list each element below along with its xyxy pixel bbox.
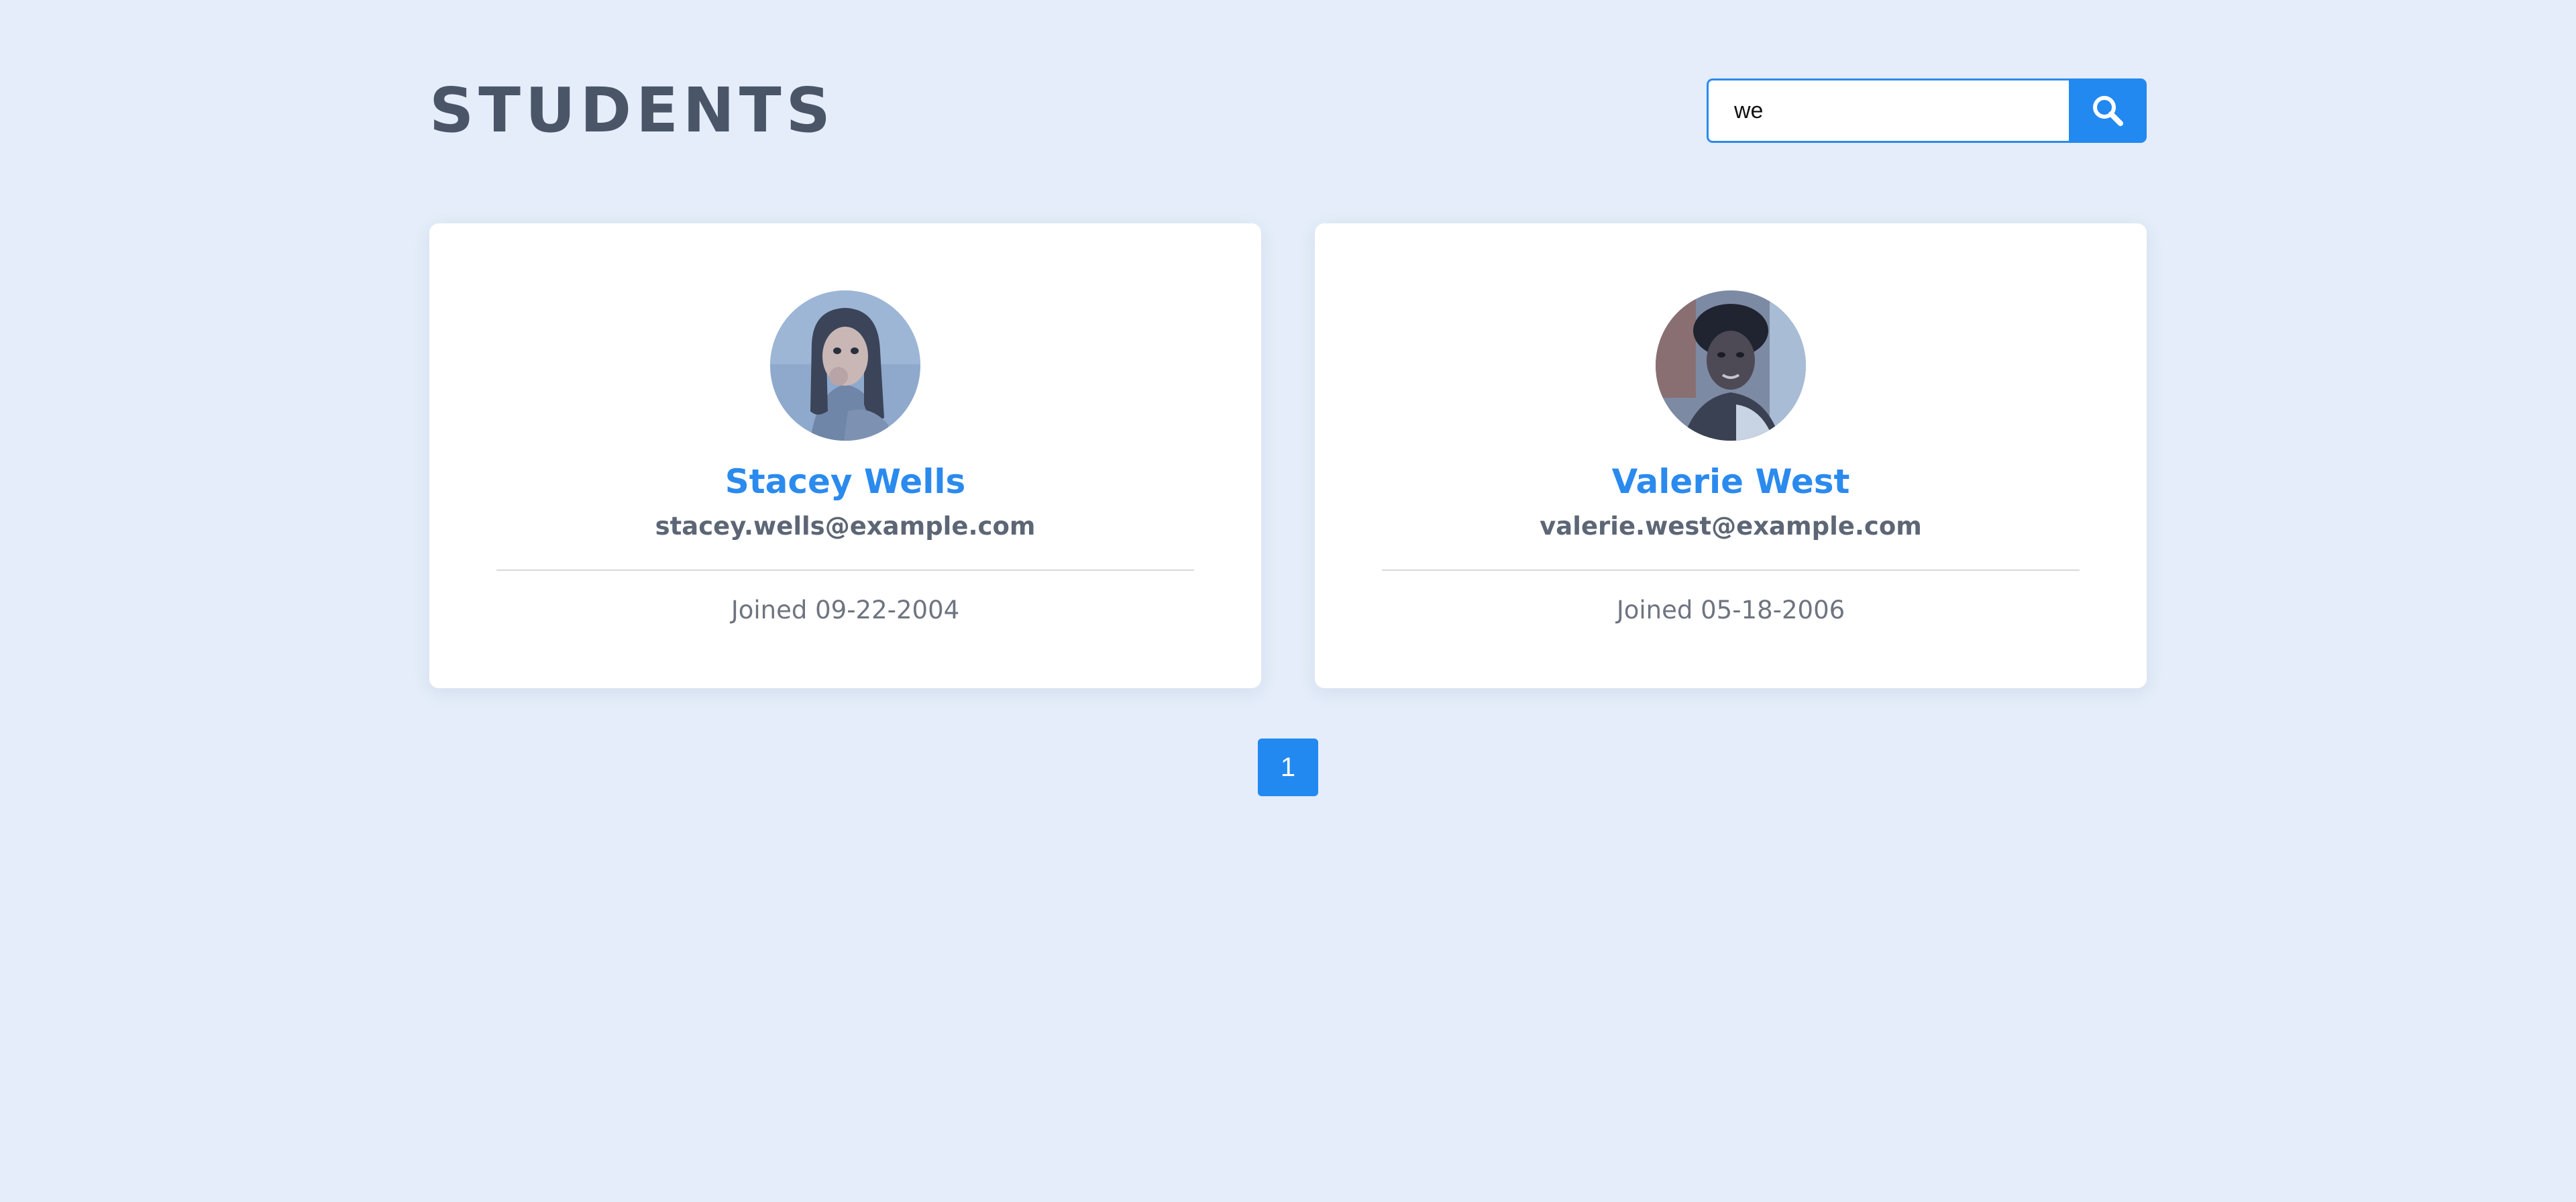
joined-date: Joined 09-22-2004 xyxy=(731,596,960,624)
pagination: 1 xyxy=(1258,739,1318,796)
search-bar xyxy=(1707,78,2147,143)
avatar-photo-valerie xyxy=(1656,290,1806,441)
student-name[interactable]: Valerie West xyxy=(1315,461,2147,502)
card-divider xyxy=(1382,569,2080,571)
student-name[interactable]: Stacey Wells xyxy=(429,461,1261,502)
joined-date: Joined 05-18-2006 xyxy=(1616,596,1845,624)
student-email: stacey.wells@example.com xyxy=(655,512,1036,541)
avatar xyxy=(770,290,920,441)
student-card: Valerie West valerie.west@example.com Jo… xyxy=(1315,223,2147,688)
student-card-list: Stacey Wells stacey.wells@example.com Jo… xyxy=(429,223,2147,688)
page-button-1[interactable]: 1 xyxy=(1258,739,1318,796)
student-email: valerie.west@example.com xyxy=(1540,512,1922,541)
page-title: STUDENTS xyxy=(429,74,835,146)
avatar-photo-stacey xyxy=(770,290,920,441)
page-header: STUDENTS xyxy=(429,74,2147,148)
card-divider xyxy=(496,569,1194,571)
search-button[interactable] xyxy=(2069,78,2147,143)
search-input[interactable] xyxy=(1707,78,2069,143)
search-icon xyxy=(2093,96,2123,126)
student-card: Stacey Wells stacey.wells@example.com Jo… xyxy=(429,223,1261,688)
avatar xyxy=(1656,290,1806,441)
